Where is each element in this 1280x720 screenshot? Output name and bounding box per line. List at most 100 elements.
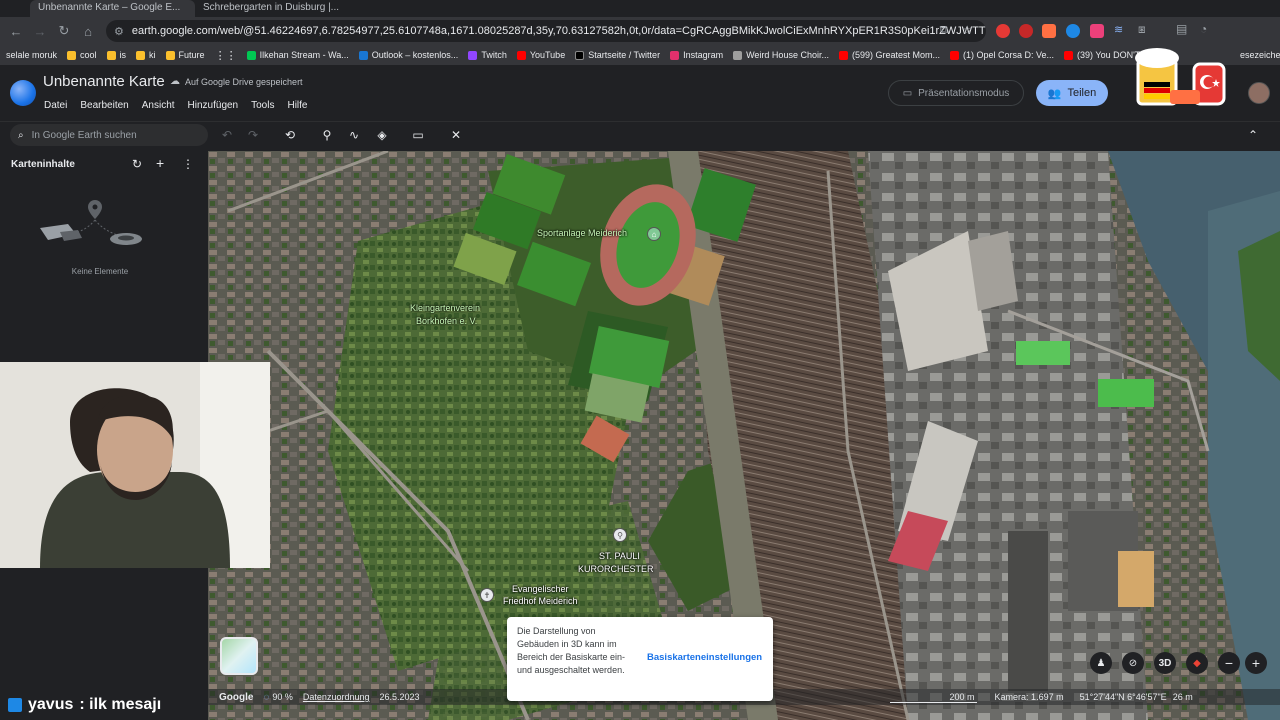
extension-brave-icon[interactable] — [1042, 24, 1056, 38]
menu-ansicht[interactable]: Ansicht — [142, 100, 175, 111]
share-button[interactable]: 👥 Teilen — [1036, 80, 1108, 106]
label-kurorchester[interactable]: KURORCHESTER — [578, 564, 654, 574]
extension-pink-icon[interactable] — [1090, 24, 1104, 38]
tab-schrebergarten[interactable]: Schrebergarten in Duisburg |... — [195, 0, 345, 17]
profile-sync-icon[interactable]: ◔ — [1200, 22, 1207, 36]
bookmark-item[interactable]: selale moruk — [6, 50, 57, 60]
back-icon[interactable]: ← — [4, 19, 28, 43]
label-kleingartenverein[interactable]: Kleingartenverein — [410, 303, 480, 313]
park-pin-icon[interactable]: ⌂ — [647, 227, 661, 241]
extension-audio-icon[interactable]: ≋ — [1114, 23, 1123, 36]
bookmark-item[interactable]: cool — [67, 50, 97, 60]
bookmarks-bar: selale moruk cool is ki Future ⋮⋮ Ilkeha… — [0, 45, 1280, 65]
chat-platform-icon — [8, 698, 22, 712]
site-info-icon[interactable]: ⚙ — [114, 25, 124, 38]
folder-icon — [106, 50, 116, 60]
forward-icon[interactable]: → — [28, 19, 52, 43]
google-earth-logo[interactable] — [10, 80, 36, 106]
beer-flag-overlay — [1135, 48, 1226, 106]
reload-icon[interactable]: ↻ — [52, 19, 76, 43]
add-icon[interactable]: + — [156, 155, 164, 171]
menu-tools[interactable]: Tools — [251, 100, 274, 111]
extension-blue-icon[interactable] — [1066, 24, 1080, 38]
bookmark-item[interactable]: is — [106, 50, 126, 60]
hide-icon[interactable]: ⊘ — [1122, 652, 1144, 674]
measure-icon[interactable]: ▭ — [408, 126, 428, 144]
label-borkhofen[interactable]: Borkhofen e. V. — [416, 316, 477, 326]
bookmark-item[interactable]: Instagram — [670, 50, 723, 60]
basemap-thumbnail[interactable] — [220, 637, 258, 675]
menu-bearbeiten[interactable]: Bearbeiten — [80, 100, 128, 111]
bookmark-item[interactable]: Ilkehan Stream - Wa... — [246, 50, 349, 60]
bookmark-item[interactable]: (599) Greatest Mom... — [838, 50, 940, 60]
pegman-icon[interactable]: ♟ — [1090, 652, 1112, 674]
reading-list-icon[interactable]: ▤ — [1176, 22, 1187, 36]
search-box[interactable]: ⌕ — [10, 124, 208, 146]
tooltip-text: Die Darstellung von Gebäuden in 3D kann … — [517, 626, 626, 675]
apps-grid-icon[interactable]: ⋮⋮ — [215, 49, 237, 62]
site-icon — [733, 50, 743, 60]
menu-hilfe[interactable]: Hilfe — [287, 100, 307, 111]
refresh-icon[interactable]: ↻ — [132, 157, 142, 171]
bookmark-item[interactable]: Twitch — [468, 50, 507, 60]
layers-icon[interactable]: ◈ — [372, 126, 392, 144]
browser-tab-strip: Unbenannte Karte – Google E... Schreberg… — [0, 0, 1280, 17]
bookmark-star-icon[interactable]: ☆ — [962, 23, 973, 37]
menu-datei[interactable]: Datei — [44, 100, 67, 111]
map-title[interactable]: Unbenannte Karte — [43, 73, 165, 90]
youtube-icon — [516, 50, 526, 60]
redo-icon[interactable]: ↷ — [243, 126, 263, 144]
bookmark-item[interactable]: Future — [165, 50, 205, 60]
zoom-in-icon[interactable]: + — [1245, 652, 1267, 674]
label-friedhof[interactable]: Friedhof Meiderich — [503, 596, 578, 606]
undo-icon[interactable]: ↶ — [217, 126, 237, 144]
extension-red-icon[interactable] — [996, 24, 1010, 38]
search-icon: ⌕ — [18, 129, 24, 141]
compass-icon[interactable]: ◆ — [1186, 652, 1208, 674]
place-pin-icon[interactable]: ⚲ — [613, 528, 627, 542]
extensions-puzzle-icon[interactable]: ⧆ — [1138, 22, 1146, 37]
folder-icon — [165, 50, 175, 60]
3d-buildings-tooltip: Die Darstellung von Gebäuden in 3D kann … — [507, 617, 773, 701]
satellite-tools-icon[interactable]: ✕ — [446, 126, 466, 144]
imagery-date: 26.5.2023 — [379, 692, 420, 702]
cemetery-pin-icon[interactable]: ✝ — [480, 588, 494, 602]
extension-lastpass-icon[interactable] — [1019, 24, 1033, 38]
search-input[interactable] — [31, 129, 182, 141]
twitter-icon — [575, 50, 585, 60]
placemark-icon[interactable]: ⚲ — [317, 126, 337, 144]
bookmark-item[interactable]: (1) Opel Corsa D: Ve... — [950, 50, 1054, 60]
load-percent: 90 % — [272, 692, 293, 702]
basemap-settings-link[interactable]: Basiskarteneinstellungen — [647, 652, 762, 663]
empty-state-text: Keine Elemente — [71, 267, 129, 276]
webcam-overlay — [0, 362, 270, 568]
bookmark-item[interactable]: Startseite / Twitter — [575, 50, 660, 60]
label-sportanlage[interactable]: Sportanlage Meiderich — [537, 228, 627, 238]
panel-title: Karteninhalte — [11, 159, 75, 170]
bookmark-item[interactable]: Outlook – kostenlos... — [358, 50, 458, 60]
attribution-link[interactable]: Datenzuordnung — [303, 692, 370, 702]
bookmark-item[interactable]: ki — [136, 50, 156, 60]
tab-active[interactable]: Unbenannte Karte – Google E... — [30, 0, 195, 17]
3d-toggle-button[interactable]: 3D — [1154, 652, 1176, 674]
folder-icon — [67, 50, 77, 60]
more-vert-icon[interactable]: ⋮ — [182, 157, 194, 171]
save-status: ☁ Auf Google Drive gespeichert — [170, 76, 303, 87]
presentation-mode-button[interactable]: ▭ Präsentationsmodus — [888, 80, 1024, 106]
other-bookmarks[interactable]: esezeichen — [1240, 50, 1280, 60]
install-icon[interactable]: ⧉ — [940, 24, 948, 37]
zoom-out-icon[interactable]: − — [1218, 652, 1240, 674]
draw-path-icon[interactable]: ∿ — [344, 126, 364, 144]
avatar[interactable] — [1248, 82, 1270, 104]
collapse-icon[interactable]: ⌃ — [1243, 126, 1263, 144]
history-icon[interactable]: ⟲ — [280, 126, 300, 144]
address-bar[interactable]: ⚙ earth.google.com/web/@51.46224697,6.78… — [106, 20, 986, 42]
google-brand: Google — [219, 691, 254, 703]
menu-hinzufuegen[interactable]: Hinzufügen — [188, 100, 239, 111]
label-evangelischer[interactable]: Evangelischer — [512, 584, 569, 594]
label-st-pauli[interactable]: ST. PAULI — [599, 551, 640, 561]
bookmark-item[interactable]: Weird House Choir... — [733, 50, 829, 60]
home-icon[interactable]: ⌂ — [76, 19, 100, 43]
stream-chat-message: yavus : ilk mesajı — [0, 690, 208, 720]
bookmark-item[interactable]: YouTube — [516, 50, 565, 60]
